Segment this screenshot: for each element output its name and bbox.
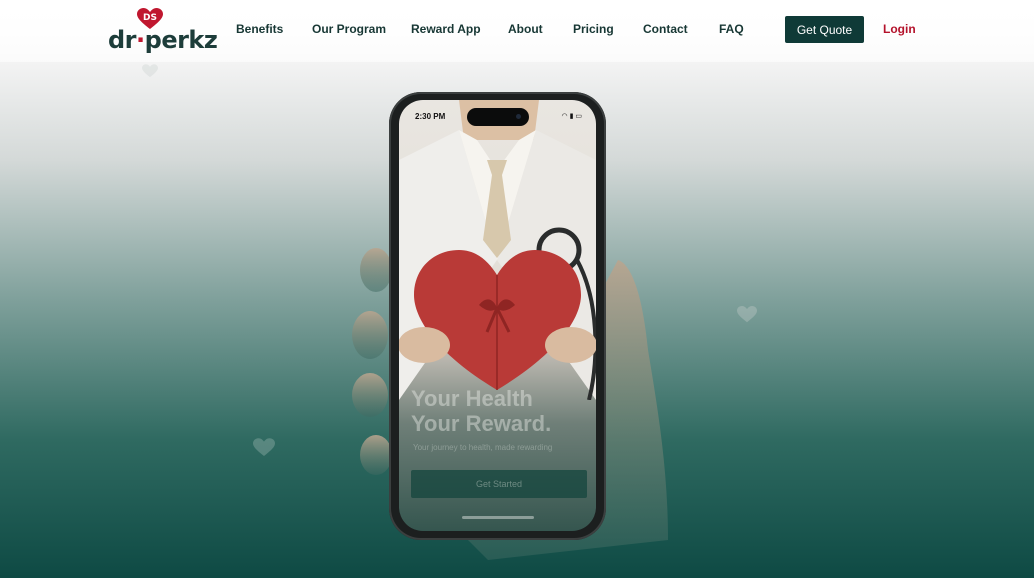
- logo-text-perkz: perkz: [144, 26, 218, 54]
- phone-screen: 2:30 PM ◠ ▮ ▭ Your Health Your Reward. Y…: [399, 100, 596, 531]
- decorative-heart-icon: [142, 64, 158, 78]
- nav-our-program[interactable]: Our Program: [312, 22, 386, 36]
- nav-contact[interactable]: Contact: [643, 22, 688, 36]
- phone-mockup: 2:30 PM ◠ ▮ ▭ Your Health Your Reward. Y…: [389, 92, 606, 540]
- nav-faq[interactable]: FAQ: [719, 22, 744, 36]
- app-subtitle: Your journey to health, made rewarding: [413, 443, 553, 452]
- nav-pricing[interactable]: Pricing: [573, 22, 614, 36]
- nav-about[interactable]: About: [508, 22, 543, 36]
- app-headline: Your Health Your Reward.: [411, 386, 591, 436]
- decorative-heart-icon: [253, 438, 275, 456]
- battery-icon: ▭: [575, 113, 582, 120]
- logo-mark-text: DS: [143, 13, 157, 23]
- status-time: 2:30 PM: [415, 112, 446, 121]
- login-link[interactable]: Login: [883, 22, 916, 36]
- nav-benefits[interactable]: Benefits: [236, 22, 283, 36]
- home-indicator: [462, 516, 534, 519]
- logo-dot: ·: [136, 26, 145, 54]
- app-headline-line2: Your Reward.: [411, 411, 552, 436]
- doctor-illustration: [399, 100, 596, 400]
- brand-logo[interactable]: DS dr·perkz: [108, 8, 218, 54]
- signal-icon: ▮: [569, 113, 574, 120]
- logo-wordmark: dr·perkz: [108, 26, 218, 54]
- app-headline-line1: Your Health: [411, 386, 533, 411]
- nav-reward-app[interactable]: Reward App: [411, 22, 481, 36]
- decorative-heart-icon: [737, 306, 757, 323]
- status-icons: ◠ ▮ ▭: [562, 112, 583, 120]
- get-quote-button[interactable]: Get Quote: [785, 16, 864, 43]
- dynamic-island: [467, 108, 529, 126]
- logo-text-dr: dr: [108, 26, 137, 54]
- header-bar: DS dr·perkz Benefits Our Program Reward …: [0, 0, 1034, 62]
- get-started-button[interactable]: Get Started: [411, 470, 587, 498]
- camera-dot: [516, 114, 521, 119]
- wifi-icon: ◠: [561, 113, 568, 120]
